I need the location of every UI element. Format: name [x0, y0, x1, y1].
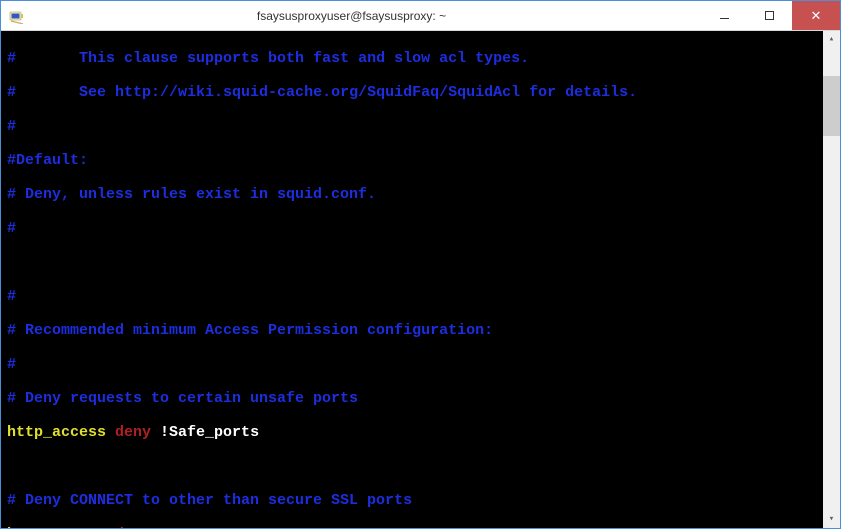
comment-text: # Recommended minimum Access Permission …: [7, 322, 493, 339]
maximize-button[interactable]: [747, 1, 792, 30]
blank-line: [7, 254, 840, 271]
scroll-thumb[interactable]: [823, 76, 840, 136]
arg-text: CONNECT !SSL_ports: [151, 526, 322, 528]
titlebar[interactable]: fsaysusproxyuser@fsaysusproxy: ~ ✕: [1, 1, 840, 31]
comment-text: This clause supports both fast and slow …: [16, 50, 529, 67]
scroll-down-button[interactable]: ▾: [823, 511, 840, 528]
scrollbar[interactable]: ▴ ▾: [823, 31, 840, 528]
putty-icon: [9, 8, 25, 24]
blank-line: [7, 458, 840, 475]
comment-text: # Deny CONNECT to other than secure SSL …: [7, 492, 412, 509]
window-controls: ✕: [702, 1, 840, 30]
action-text: deny: [115, 526, 151, 528]
directive-text: http_access: [7, 526, 115, 528]
directive-text: http_access: [7, 424, 115, 441]
comment-text: #Default:: [7, 152, 88, 169]
close-icon: ✕: [811, 9, 822, 22]
close-button[interactable]: ✕: [792, 1, 840, 30]
comment-text: #: [7, 50, 16, 67]
comment-text: #: [7, 288, 16, 305]
action-text: deny: [115, 424, 151, 441]
comment-text: See http://wiki.squid-cache.org/SquidFaq…: [16, 84, 637, 101]
comment-text: #: [7, 220, 16, 237]
scroll-up-button[interactable]: ▴: [823, 31, 840, 48]
comment-text: #: [7, 118, 16, 135]
window-title: fsaysusproxyuser@fsaysusproxy: ~: [31, 1, 702, 30]
arg-text: !Safe_ports: [151, 424, 259, 441]
comment-text: # Deny requests to certain unsafe ports: [7, 390, 358, 407]
comment-text: # Deny, unless rules exist in squid.conf…: [7, 186, 376, 203]
comment-text: #: [7, 84, 16, 101]
comment-text: #: [7, 356, 16, 373]
scroll-track[interactable]: [823, 48, 840, 511]
putty-window: fsaysusproxyuser@fsaysusproxy: ~ ✕ # Thi…: [0, 0, 841, 529]
terminal-area[interactable]: # This clause supports both fast and slo…: [1, 31, 840, 528]
minimize-button[interactable]: [702, 1, 747, 30]
